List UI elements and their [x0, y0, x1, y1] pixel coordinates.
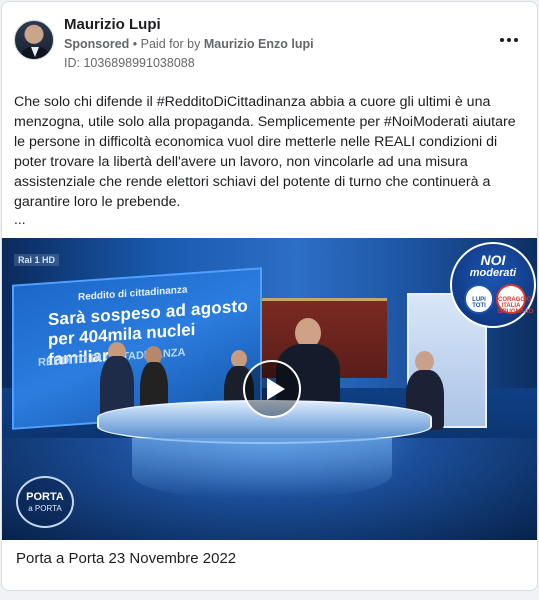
channel-logo: Rai 1 HD — [14, 254, 60, 266]
badge-right-emblem: CORAGGIO ITALIA BRUGNARO — [496, 284, 534, 315]
badge-right-text: CORAGGIO ITALIA BRUGNARO — [498, 297, 534, 315]
ad-header: Maurizio Lupi Sponsored • Paid for by Ma… — [2, 2, 537, 82]
studio-desk-base — [132, 438, 392, 498]
guest-head — [415, 351, 434, 372]
badge-left-emblem: LUPI TOTI — [464, 284, 494, 314]
more-horizontal-icon — [507, 38, 511, 42]
payer-name: Maurizio Enzo lupi — [203, 37, 314, 51]
sponsor-line: Sponsored • Paid for by Maurizio Enzo lu… — [64, 37, 314, 51]
paid-for-prefix: Paid for by — [140, 37, 204, 51]
separator: • — [129, 37, 141, 51]
more-horizontal-icon — [514, 38, 518, 42]
more-horizontal-icon — [500, 38, 504, 42]
video-player[interactable]: Reddito di cittadinanza Sarà sospeso ad … — [2, 238, 537, 540]
show-logo: PORTA a PORTA — [16, 476, 74, 528]
badge-line-1: NOI — [480, 252, 506, 268]
page-name[interactable]: Maurizio Lupi — [64, 16, 161, 33]
badge-left-text: LUPI TOTI — [472, 297, 486, 309]
ad-id: ID: 1036898991038088 — [64, 56, 195, 70]
more-options-button[interactable] — [495, 30, 523, 50]
see-more-ellipsis[interactable]: ... — [14, 211, 26, 227]
badge-line-2: moderati — [469, 267, 517, 279]
ad-body-text: Che solo chi difende il #RedditoDiCittad… — [14, 94, 516, 210]
play-icon[interactable] — [243, 360, 301, 418]
ad-card: Maurizio Lupi Sponsored • Paid for by Ma… — [1, 1, 538, 591]
show-logo-line-1: PORTA — [26, 491, 64, 503]
sponsored-label: Sponsored — [64, 37, 130, 51]
video-caption: Porta a Porta 23 Novembre 2022 — [16, 550, 237, 567]
noi-moderati-logo: NOI moderati LUPI TOTI CORAGGIO ITALIA B… — [450, 242, 536, 328]
screen-kicker: Reddito di cittadinanza — [78, 284, 188, 304]
page-avatar[interactable] — [14, 20, 54, 60]
show-logo-line-2: a PORTA — [28, 504, 62, 513]
